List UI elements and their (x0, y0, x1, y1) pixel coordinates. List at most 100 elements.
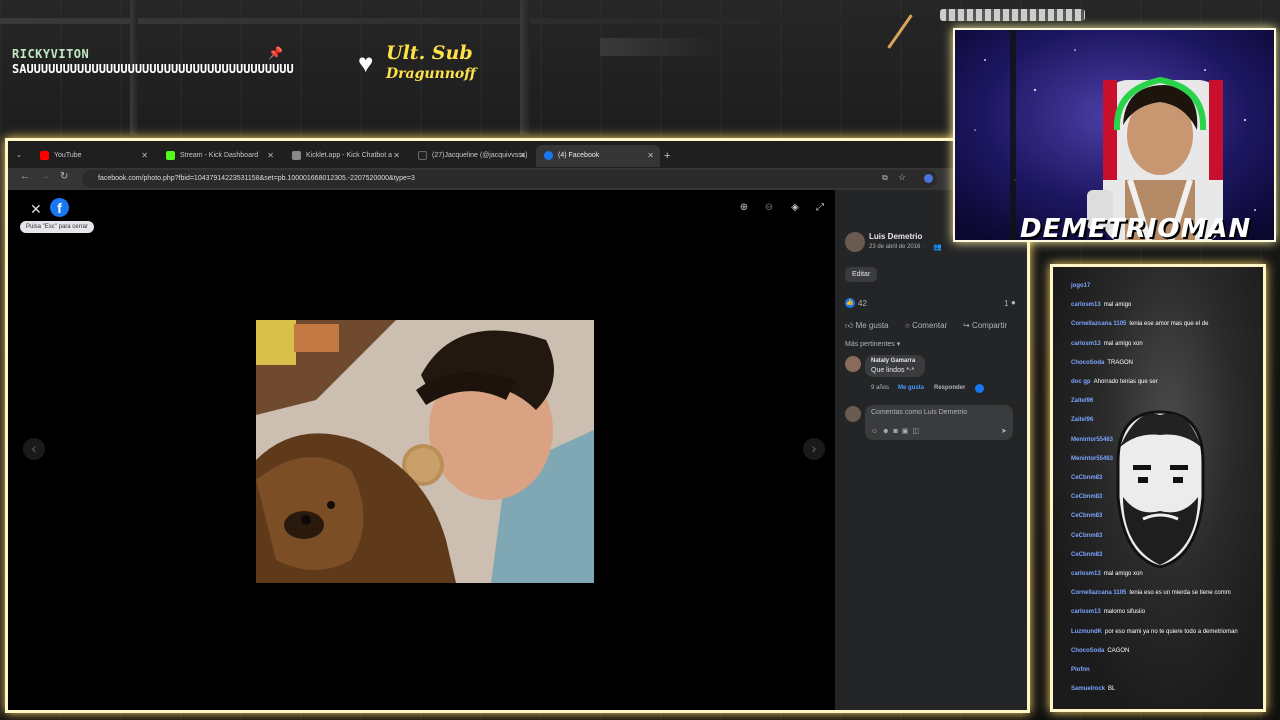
comment-tools-icons[interactable]: ☺☻◙▣◫ (871, 427, 923, 435)
chat-username[interactable]: carlosm13 (1071, 609, 1101, 615)
close-tooltip: Pulsa "Esc" para cerrar (20, 221, 94, 233)
chat-username[interactable]: Menintor55463 (1071, 437, 1113, 443)
forward-icon[interactable]: → (40, 171, 50, 182)
chat-text: Ahorrado tenias que ser (1093, 379, 1158, 385)
chat-message: Samuelrock BL (1071, 686, 1115, 692)
post-date[interactable]: 23 de abril de 2016 · (869, 244, 924, 250)
chat-username[interactable]: ChocoSoda (1071, 648, 1104, 654)
pin-icon: 📌 (268, 46, 283, 60)
chat-message: Cornellazcana 1105 tenia ese amor mas que… (1071, 321, 1208, 327)
current-user-avatar (845, 406, 861, 422)
chat-username[interactable]: carlosm13 (1071, 341, 1101, 347)
streamer-name-banner: DEMETRIOMAN (1020, 214, 1252, 244)
comment-button[interactable]: ○ Comentar (905, 321, 947, 330)
fullscreen-icon[interactable]: ⤢ (812, 200, 828, 216)
chat-username[interactable]: doc gp (1071, 379, 1091, 385)
new-tab-button[interactable]: + (664, 145, 678, 167)
chat-username[interactable]: LuzmundK (1071, 629, 1102, 635)
url-text: facebook.com/photo.php?fbid=104379142235… (98, 175, 415, 182)
zoom-in-icon[interactable]: ⊕ (736, 200, 752, 216)
tab-kick-dashboard[interactable]: Stream - Kick Dashboard ✕ (158, 145, 280, 167)
avatar[interactable] (845, 232, 865, 252)
chat-message: Zaitel96 (1071, 417, 1096, 423)
close-icon[interactable]: ✕ (30, 201, 42, 218)
zoom-out-icon[interactable]: ⊖ (761, 200, 777, 216)
chat-username[interactable]: Menintor55463 (1071, 456, 1113, 462)
chat-username[interactable]: CeCbnm83 (1071, 475, 1102, 481)
like-count[interactable]: 42 (858, 299, 867, 308)
chat-username[interactable]: Cornellazcana 1105 (1071, 321, 1126, 327)
reload-icon[interactable]: ↻ (60, 171, 68, 182)
next-photo-arrow-icon[interactable]: › (803, 438, 825, 460)
last-sub-name: Dragunnoff (386, 66, 476, 82)
chat-username[interactable]: jogo17 (1071, 283, 1090, 289)
chat-username[interactable]: ChocoSoda (1071, 360, 1104, 366)
share-icon: ↪ (963, 321, 972, 330)
chat-message: CeCbnm83 (1071, 513, 1105, 519)
bookmark-star-icon[interactable]: ☆ (898, 172, 906, 183)
kicklet-icon (292, 150, 301, 160)
chat-message: Cornellazcana 1105 tenia eso es un mierda… (1071, 590, 1231, 596)
tab-facebook[interactable]: (4) Facebook ✕ (536, 145, 660, 167)
youtube-icon (40, 150, 49, 160)
close-tab-icon[interactable]: ✕ (519, 145, 526, 167)
close-tab-icon[interactable]: ✕ (393, 145, 400, 167)
chat-message: jogo17 (1071, 283, 1093, 289)
comment-age[interactable]: 9 años (871, 385, 889, 391)
ceiling-pipe (520, 0, 530, 135)
chat-username[interactable]: CeCbnm83 (1071, 513, 1102, 519)
chat-message: CeCbnm83 (1071, 494, 1105, 500)
like-reaction-icon: 👍 (845, 298, 855, 308)
chat-message: CeCbnm83 (1071, 552, 1105, 558)
chat-text: tenia ese amor mas que el de (1129, 321, 1209, 328)
chat-text: BL (1108, 686, 1116, 693)
chat-username[interactable]: CeCbnm83 (1071, 494, 1102, 500)
browser-window: ⌄ YouTube ✕ Stream - Kick Dashboard ✕ Kick… (5, 138, 1030, 713)
comment-sort-dropdown[interactable]: Más pertinentes ▾ (845, 340, 900, 348)
tab-youtube[interactable]: YouTube ✕ (32, 145, 154, 167)
comment-input[interactable]: Comentas como Luis Demetrio ☺☻◙▣◫ ➤ (865, 405, 1013, 440)
like-button[interactable]: 👍︎ Me gusta (845, 321, 889, 331)
comment-reply-link[interactable]: Responder (934, 385, 965, 391)
chat-username[interactable]: Samuelrock (1071, 686, 1105, 692)
close-tab-icon[interactable]: ✕ (647, 145, 654, 167)
address-bar[interactable]: facebook.com/photo.php?fbid=104379142235… (82, 170, 937, 188)
facebook-logo-icon[interactable]: f (50, 198, 69, 217)
chat-message: Menintor55463 (1071, 456, 1116, 462)
alert-message: SAUUUUUUUUUUUUUUUUUUUUUUUUUUUUUUUUUUUUU (12, 62, 294, 76)
tag-icon[interactable]: ◈ (787, 200, 803, 216)
chat-text: mal amigo xon (1103, 340, 1143, 347)
chat-username[interactable]: CeCbnm83 (1071, 533, 1102, 539)
tab-search-button[interactable]: ⌄ (16, 145, 30, 167)
comment-placeholder: Comentas como Luis Demetrio (871, 409, 968, 416)
tab-kicklet[interactable]: Kicklet.app - Kick Chatbot a ✕ (284, 145, 406, 167)
kick-icon (166, 150, 175, 160)
chat-username[interactable]: Zaitel96 (1071, 417, 1093, 423)
chat-username[interactable]: Zaitel96 (1071, 398, 1093, 404)
edit-button[interactable]: Editar (845, 267, 878, 282)
back-icon[interactable]: ← (20, 171, 30, 182)
previous-photo-arrow-icon[interactable]: ‹ (23, 438, 45, 460)
chat-text: TRAGON (1107, 359, 1134, 366)
share-button[interactable]: ↪ Compartir (963, 321, 1007, 330)
chat-username[interactable]: carlosm13 (1071, 571, 1101, 577)
close-tab-icon[interactable]: ✕ (267, 145, 274, 167)
comment-like-link[interactable]: Me gusta (898, 385, 924, 391)
profile-icon[interactable] (924, 174, 933, 183)
chat-username[interactable]: Piofnn (1071, 667, 1090, 673)
comment-author[interactable]: Nataly Gamarra (871, 358, 915, 364)
chat-username[interactable]: CeCbnm83 (1071, 552, 1102, 558)
comment-bubble-icon: ● (1011, 298, 1016, 307)
chat-text: CAGON (1107, 647, 1130, 654)
comment-count[interactable]: 1 (1004, 299, 1008, 308)
chat-text: mal amigo xon (1103, 571, 1143, 577)
chat-username[interactable]: Cornellazcana 1105 (1071, 590, 1126, 596)
send-icon[interactable]: ➤ (1001, 427, 1007, 435)
post-side-panel: ⋮⋮ Luis Demetrio 23 de abril de 2016 · 👥… (835, 190, 1027, 710)
install-app-icon[interactable]: ⧉ (882, 173, 888, 183)
commenter-avatar[interactable] (845, 356, 861, 372)
post-author[interactable]: Luis Demetrio (869, 232, 922, 241)
close-tab-icon[interactable]: ✕ (141, 145, 148, 167)
chat-username[interactable]: carlosm13 (1071, 302, 1101, 308)
tab-tiktok[interactable]: (27)Jacqueline (@jacquivvsss) ✕ (410, 145, 532, 167)
